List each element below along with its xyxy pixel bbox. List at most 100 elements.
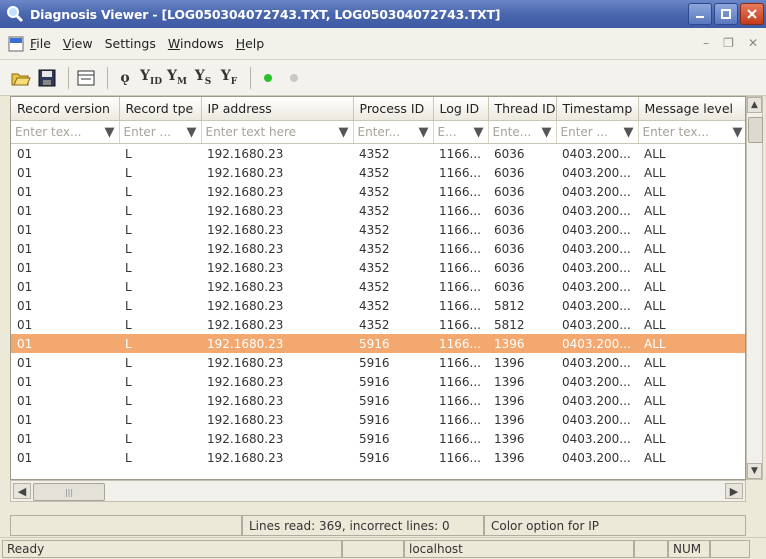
table-cell[interactable]: 1166...	[433, 144, 488, 164]
table-cell[interactable]: 1166...	[433, 258, 488, 277]
table-cell[interactable]: 01	[11, 201, 119, 220]
filter-cell[interactable]: Enter... ▼	[353, 120, 434, 144]
stop-button[interactable]	[283, 67, 305, 89]
funnel-icon[interactable]: ▼	[419, 125, 429, 140]
menu-view[interactable]: View	[63, 36, 93, 51]
filter-clear-button[interactable]: ǫ	[114, 67, 136, 89]
table-cell[interactable]: ALL	[638, 277, 745, 296]
column-header[interactable]: IP address	[201, 97, 354, 121]
table-cell[interactable]: ALL	[638, 258, 745, 277]
menu-settings[interactable]: Settings	[105, 36, 156, 51]
table-cell[interactable]: 192.1680.23	[201, 144, 353, 164]
table-row[interactable]: 01 L 192.1680.23 5916 1166... 1396 0403.200...…	[11, 334, 745, 353]
table-cell[interactable]: 1166...	[433, 391, 488, 410]
table-cell[interactable]: 0403.200...	[556, 448, 638, 467]
table-row[interactable]: 01 L 192.1680.23 4352 1166... 6036 0403.200...…	[11, 201, 745, 220]
table-cell[interactable]: 4352	[353, 258, 433, 277]
table-cell[interactable]: 192.1680.23	[201, 201, 353, 220]
table-cell[interactable]: 4352	[353, 315, 433, 334]
table-cell[interactable]: 1396	[488, 429, 556, 448]
table-cell[interactable]: 192.1680.23	[201, 296, 353, 315]
table-cell[interactable]: 01	[11, 144, 119, 164]
column-header[interactable]: Record version	[11, 97, 120, 121]
table-cell[interactable]: 192.1680.23	[201, 391, 353, 410]
table-cell[interactable]: 6036	[488, 258, 556, 277]
table-cell[interactable]: ALL	[638, 144, 745, 164]
filter-id-button[interactable]: YID	[140, 67, 162, 89]
table-cell[interactable]: 4352	[353, 277, 433, 296]
table-cell[interactable]: ALL	[638, 353, 745, 372]
table-cell[interactable]: 192.1680.23	[201, 163, 353, 182]
table-cell[interactable]: 192.1680.23	[201, 315, 353, 334]
log-grid[interactable]: Record version Record tpe IP address Pro…	[10, 96, 746, 480]
table-cell[interactable]: 1396	[488, 372, 556, 391]
table-cell[interactable]: 4352	[353, 220, 433, 239]
table-cell[interactable]: 0403.200...	[556, 372, 638, 391]
table-cell[interactable]: L	[119, 429, 201, 448]
horizontal-scrollbar[interactable]: ◀ ||| ▶	[10, 480, 746, 502]
table-cell[interactable]: 4352	[353, 182, 433, 201]
scroll-right-button[interactable]: ▶	[725, 483, 743, 499]
scroll-left-button[interactable]: ◀	[13, 483, 31, 499]
table-cell[interactable]: 6036	[488, 201, 556, 220]
table-cell[interactable]: L	[119, 353, 201, 372]
table-cell[interactable]: ALL	[638, 201, 745, 220]
table-cell[interactable]: 192.1680.23	[201, 277, 353, 296]
table-cell[interactable]: L	[119, 372, 201, 391]
table-cell[interactable]: 5916	[353, 410, 433, 429]
minimize-button[interactable]	[688, 3, 712, 25]
table-cell[interactable]: 01	[11, 182, 119, 201]
table-cell[interactable]: 1396	[488, 353, 556, 372]
start-button[interactable]	[257, 67, 279, 89]
table-cell[interactable]: 6036	[488, 239, 556, 258]
table-row[interactable]: 01 L 192.1680.23 4352 1166... 6036 0403.200...…	[11, 182, 745, 201]
funnel-icon[interactable]: ▼	[624, 125, 634, 140]
table-cell[interactable]: ALL	[638, 163, 745, 182]
document-icon[interactable]	[8, 36, 24, 52]
table-cell[interactable]: 192.1680.23	[201, 220, 353, 239]
scroll-up-button[interactable]: ▲	[747, 97, 762, 113]
table-cell[interactable]: ALL	[638, 429, 745, 448]
table-cell[interactable]: 0403.200...	[556, 429, 638, 448]
column-header[interactable]: Log ID	[433, 97, 489, 121]
filter-cell[interactable]: Enter text here ▼	[201, 120, 354, 144]
table-cell[interactable]: 01	[11, 220, 119, 239]
mdi-restore-icon[interactable]: ❐	[723, 36, 734, 50]
table-cell[interactable]: 6036	[488, 182, 556, 201]
table-cell[interactable]: 01	[11, 353, 119, 372]
table-cell[interactable]: 01	[11, 239, 119, 258]
table-cell[interactable]: 5916	[353, 372, 433, 391]
table-cell[interactable]: 1396	[488, 391, 556, 410]
table-cell[interactable]: 1166...	[433, 239, 488, 258]
open-button[interactable]	[10, 67, 32, 89]
table-row[interactable]: 01 L 192.1680.23 5916 1166... 1396 0403.200...…	[11, 448, 745, 467]
table-row[interactable]: 01 L 192.1680.23 5916 1166... 1396 0403.200...…	[11, 372, 745, 391]
filter-cell[interactable]: Enter ... ▼	[556, 120, 639, 144]
table-cell[interactable]: 1166...	[433, 296, 488, 315]
table-cell[interactable]: L	[119, 163, 201, 182]
table-cell[interactable]: L	[119, 258, 201, 277]
table-row[interactable]: 01 L 192.1680.23 4352 1166... 6036 0403.200...…	[11, 239, 745, 258]
table-cell[interactable]: 5812	[488, 296, 556, 315]
maximize-button[interactable]	[714, 3, 738, 25]
table-cell[interactable]: ALL	[638, 372, 745, 391]
table-cell[interactable]: 0403.200...	[556, 201, 638, 220]
table-cell[interactable]: ALL	[638, 315, 745, 334]
table-cell[interactable]: 01	[11, 315, 119, 334]
table-cell[interactable]: 1166...	[433, 201, 488, 220]
table-cell[interactable]: 1166...	[433, 410, 488, 429]
table-cell[interactable]: 192.1680.23	[201, 239, 353, 258]
funnel-icon[interactable]: ▼	[542, 125, 552, 140]
funnel-icon[interactable]: ▼	[339, 125, 349, 140]
table-cell[interactable]: 4352	[353, 163, 433, 182]
table-cell[interactable]: 01	[11, 429, 119, 448]
layout-button[interactable]	[75, 67, 97, 89]
table-cell[interactable]: 5916	[353, 353, 433, 372]
table-cell[interactable]: 1166...	[433, 372, 488, 391]
table-cell[interactable]: L	[119, 391, 201, 410]
column-header[interactable]: Record tpe	[119, 97, 202, 121]
table-row[interactable]: 01 L 192.1680.23 5916 1166... 1396 0403.200...…	[11, 429, 745, 448]
table-cell[interactable]: ALL	[638, 391, 745, 410]
table-cell[interactable]: 5916	[353, 429, 433, 448]
table-cell[interactable]: 1166...	[433, 334, 488, 353]
